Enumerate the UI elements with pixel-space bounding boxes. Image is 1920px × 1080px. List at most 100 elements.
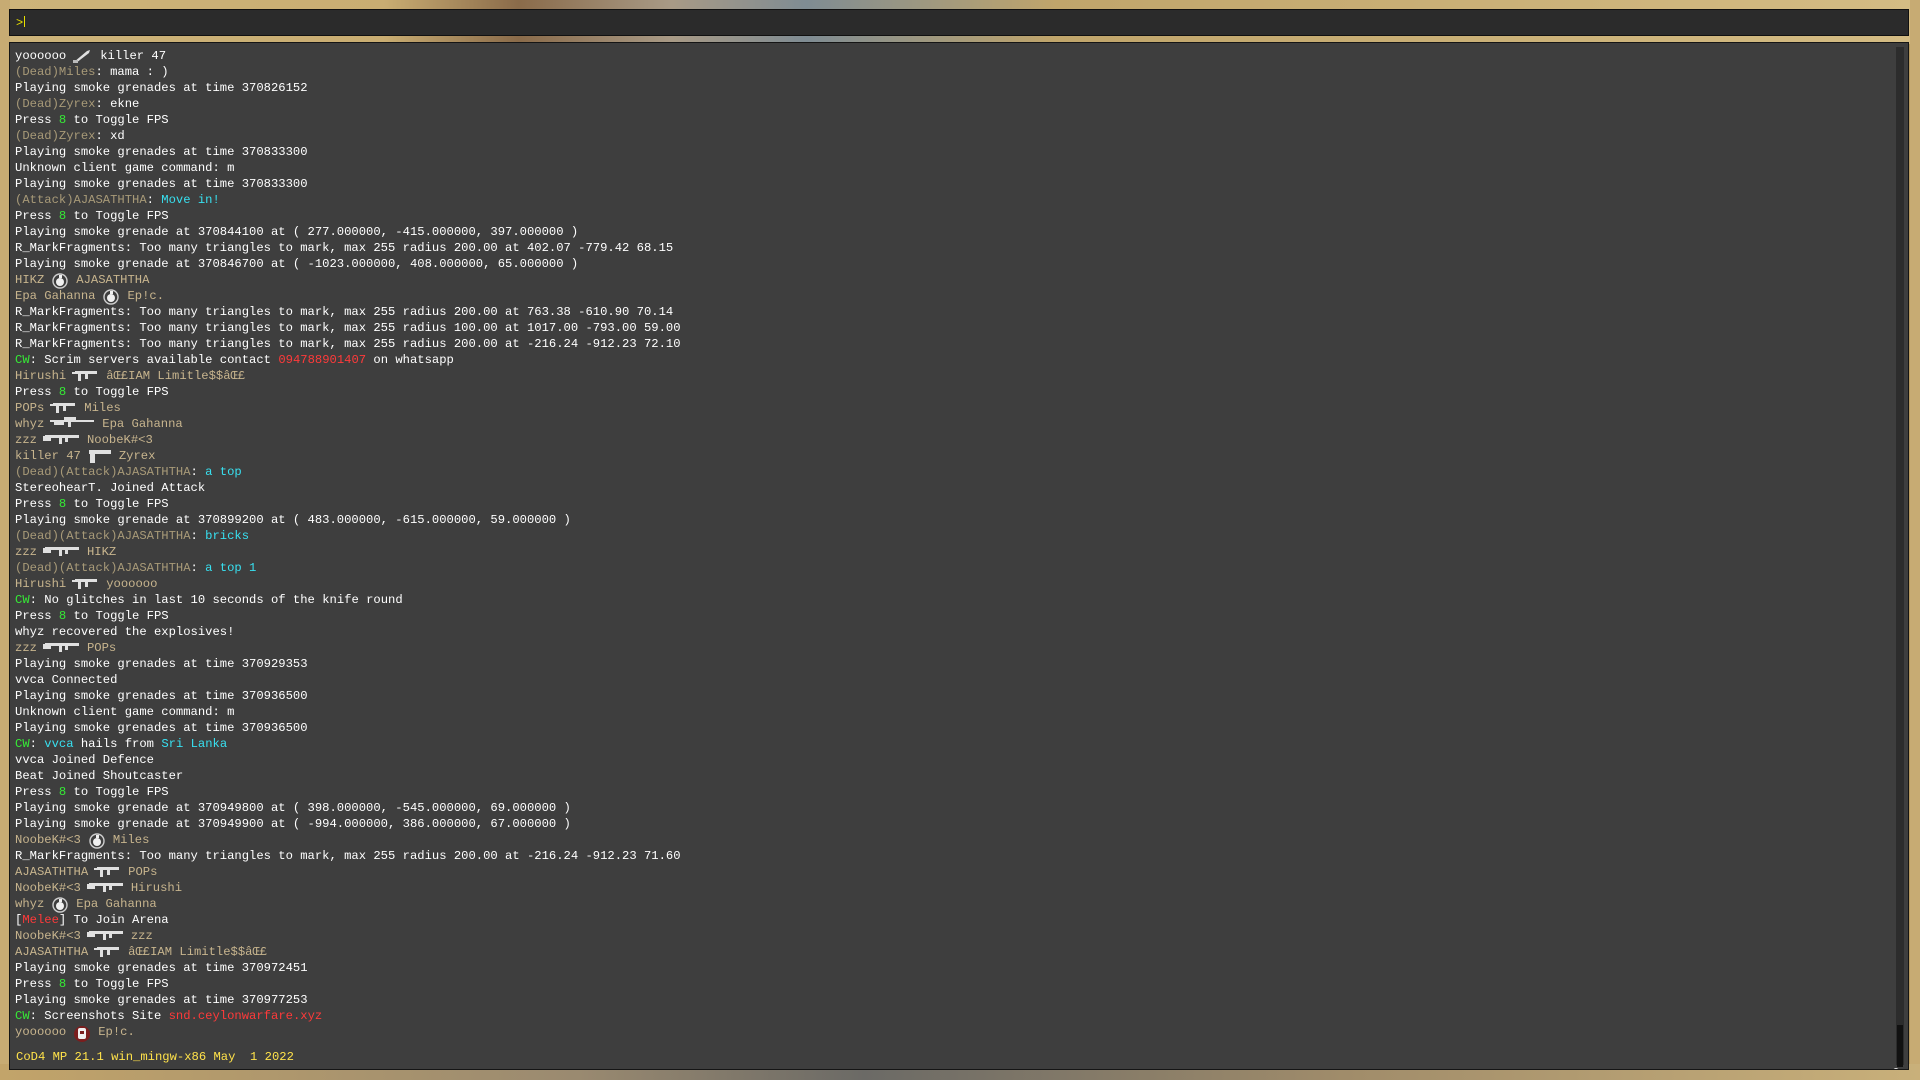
console-line: R_MarkFragments: Too many triangles to m… xyxy=(15,304,1875,320)
killer-name: AJASATHTHA xyxy=(15,865,89,879)
game-background-right xyxy=(1910,0,1920,1080)
log-text: Press xyxy=(15,977,59,991)
console-line: R_MarkFragments: Too many triangles to m… xyxy=(15,848,1875,864)
console-line: whyz Epa Gahanna xyxy=(15,416,1875,432)
log-text: to Toggle FPS xyxy=(66,977,169,991)
console-line: CW: Screenshots Site snd.ceylonwarfare.x… xyxy=(15,1008,1875,1024)
victim-name: Miles xyxy=(112,833,150,847)
victim-name: Ep!c. xyxy=(127,289,165,303)
chat-sender: (Dead)Zyrex xyxy=(15,97,96,111)
console-line: Playing smoke grenades at time 370972451 xyxy=(15,960,1875,976)
server-message: : xyxy=(29,737,45,751)
log-text: Playing smoke grenades at time 370936500 xyxy=(15,689,308,703)
log-text: Press xyxy=(15,113,59,127)
chat-sender: (Dead)Miles xyxy=(15,65,96,79)
victim-name: POPs xyxy=(128,865,158,879)
log-text: Beat Joined Shoutcaster xyxy=(15,769,184,783)
killer-name: yoooooo xyxy=(15,1025,67,1039)
killer-name: whyz xyxy=(15,897,45,911)
log-text: R_MarkFragments: Too many triangles to m… xyxy=(15,305,674,319)
log-text: whyz recovered the explosives! xyxy=(15,625,235,639)
smg-icon xyxy=(50,401,78,415)
chat-message: ekne xyxy=(110,97,140,111)
smg-icon xyxy=(94,865,122,879)
console-log: yoooooo killer 47 (Dead)Miles: mama : ) Pla… xyxy=(15,48,1875,1042)
chat-sender: (Dead)(Attack)AJASATHTHA xyxy=(15,529,191,543)
log-text: vvca Joined Defence xyxy=(15,753,154,767)
console-line: [Melee] To Join Arena xyxy=(15,912,1875,928)
country-name: Sri Lanka xyxy=(161,737,228,751)
victim-name: NoobeK#<3 xyxy=(86,433,153,447)
sniper-icon xyxy=(50,416,96,431)
rifle-icon xyxy=(42,641,81,655)
console-line: AJASATHTHA âŒ£IAM Limitle$$âŒ£ xyxy=(15,944,1875,960)
chat-message: Move in! xyxy=(161,193,220,207)
console-line: POPs Miles xyxy=(15,400,1875,416)
console-line: whyz Epa Gahanna xyxy=(15,896,1875,913)
server-tag: CW xyxy=(15,593,30,607)
scrollbar-thumb[interactable] xyxy=(1897,1025,1903,1067)
grenade-icon xyxy=(50,273,70,289)
console-line: Playing smoke grenades at time 370833300 xyxy=(15,144,1875,160)
rifle-icon xyxy=(42,545,81,559)
log-text: Press xyxy=(15,497,59,511)
console-line: NoobeK#<3 Hirushi xyxy=(15,880,1875,896)
grenade-icon xyxy=(101,289,121,305)
server-tag: CW xyxy=(15,353,30,367)
chat-sender: (Dead)(Attack)AJASATHTHA xyxy=(15,465,191,479)
rifle-icon xyxy=(86,881,125,895)
chat-separator: : xyxy=(95,97,111,111)
console-line: Press 8 to Toggle FPS xyxy=(15,496,1875,512)
console-line: HIKZ AJASATHTHA xyxy=(15,272,1875,289)
killer-name: NoobeK#<3 xyxy=(15,881,81,895)
killer-name: NoobeK#<3 xyxy=(15,833,81,847)
victim-name: âŒ£IAM Limitle$$âŒ£ xyxy=(128,945,268,959)
console-line: yoooooo Ep!c. xyxy=(15,1024,1875,1042)
smg-icon xyxy=(72,369,100,383)
victim-name: Epa Gahanna xyxy=(76,897,157,911)
log-text: ] To Join Arena xyxy=(58,913,169,927)
server-message: : Screenshots Site xyxy=(29,1009,169,1023)
console-line: vvca Joined Defence xyxy=(15,752,1875,768)
console-line: R_MarkFragments: Too many triangles to m… xyxy=(15,320,1875,336)
console-input[interactable]: > xyxy=(9,9,1909,36)
chat-separator: : xyxy=(95,65,111,79)
chat-message: xd xyxy=(110,129,125,143)
console-line: Press 8 to Toggle FPS xyxy=(15,976,1875,992)
killer-name: killer 47 xyxy=(15,449,81,463)
console-line: Playing smoke grenades at time 370936500 xyxy=(15,688,1875,704)
killer-name: zzz xyxy=(15,641,37,655)
console-line: Playing smoke grenade at 370949800 at ( … xyxy=(15,800,1875,816)
chat-separator: : xyxy=(190,529,206,543)
scrollbar-track[interactable] xyxy=(1896,47,1904,1065)
server-message: : Scrim servers available contact xyxy=(29,353,279,367)
log-text: to Toggle FPS xyxy=(66,113,169,127)
killer-name: Epa Gahanna xyxy=(15,289,96,303)
log-text: R_MarkFragments: Too many triangles to m… xyxy=(15,241,674,255)
log-text: Playing smoke grenade at 370949800 at ( … xyxy=(15,801,571,815)
victim-name: Zyrex xyxy=(118,449,156,463)
console-line: Press 8 to Toggle FPS xyxy=(15,784,1875,800)
log-text: R_MarkFragments: Too many triangles to m… xyxy=(15,337,681,351)
log-text: to Toggle FPS xyxy=(66,497,169,511)
log-text: vvca Connected xyxy=(15,673,118,687)
console-line: yoooooo killer 47 xyxy=(15,48,1875,64)
console-line: R_MarkFragments: Too many triangles to m… xyxy=(15,336,1875,352)
server-tag: CW xyxy=(15,1009,30,1023)
smg-icon xyxy=(94,945,122,959)
console-line: Press 8 to Toggle FPS xyxy=(15,608,1875,624)
microphone-icon[interactable] xyxy=(1888,1067,1904,1070)
console-line: (Dead)Zyrex: xd xyxy=(15,128,1875,144)
console-line: (Dead)(Attack)AJASATHTHA: a top 1 xyxy=(15,560,1875,576)
killer-name: zzz xyxy=(15,433,37,447)
log-text: Press xyxy=(15,385,59,399)
console-line: Playing smoke grenades at time 370977253 xyxy=(15,992,1875,1008)
console-line: (Dead)Zyrex: ekne xyxy=(15,96,1875,112)
victim-name: Hirushi xyxy=(130,881,183,895)
killer-name: yoooooo xyxy=(15,49,67,63)
console-line: Playing smoke grenades at time 370929353 xyxy=(15,656,1875,672)
chat-message: bricks xyxy=(205,529,250,543)
console-line: NoobeK#<3 zzz xyxy=(15,928,1875,944)
rifle-icon xyxy=(86,929,125,943)
console-output[interactable]: yoooooo killer 47 (Dead)Miles: mama : ) Pla… xyxy=(9,42,1909,1070)
